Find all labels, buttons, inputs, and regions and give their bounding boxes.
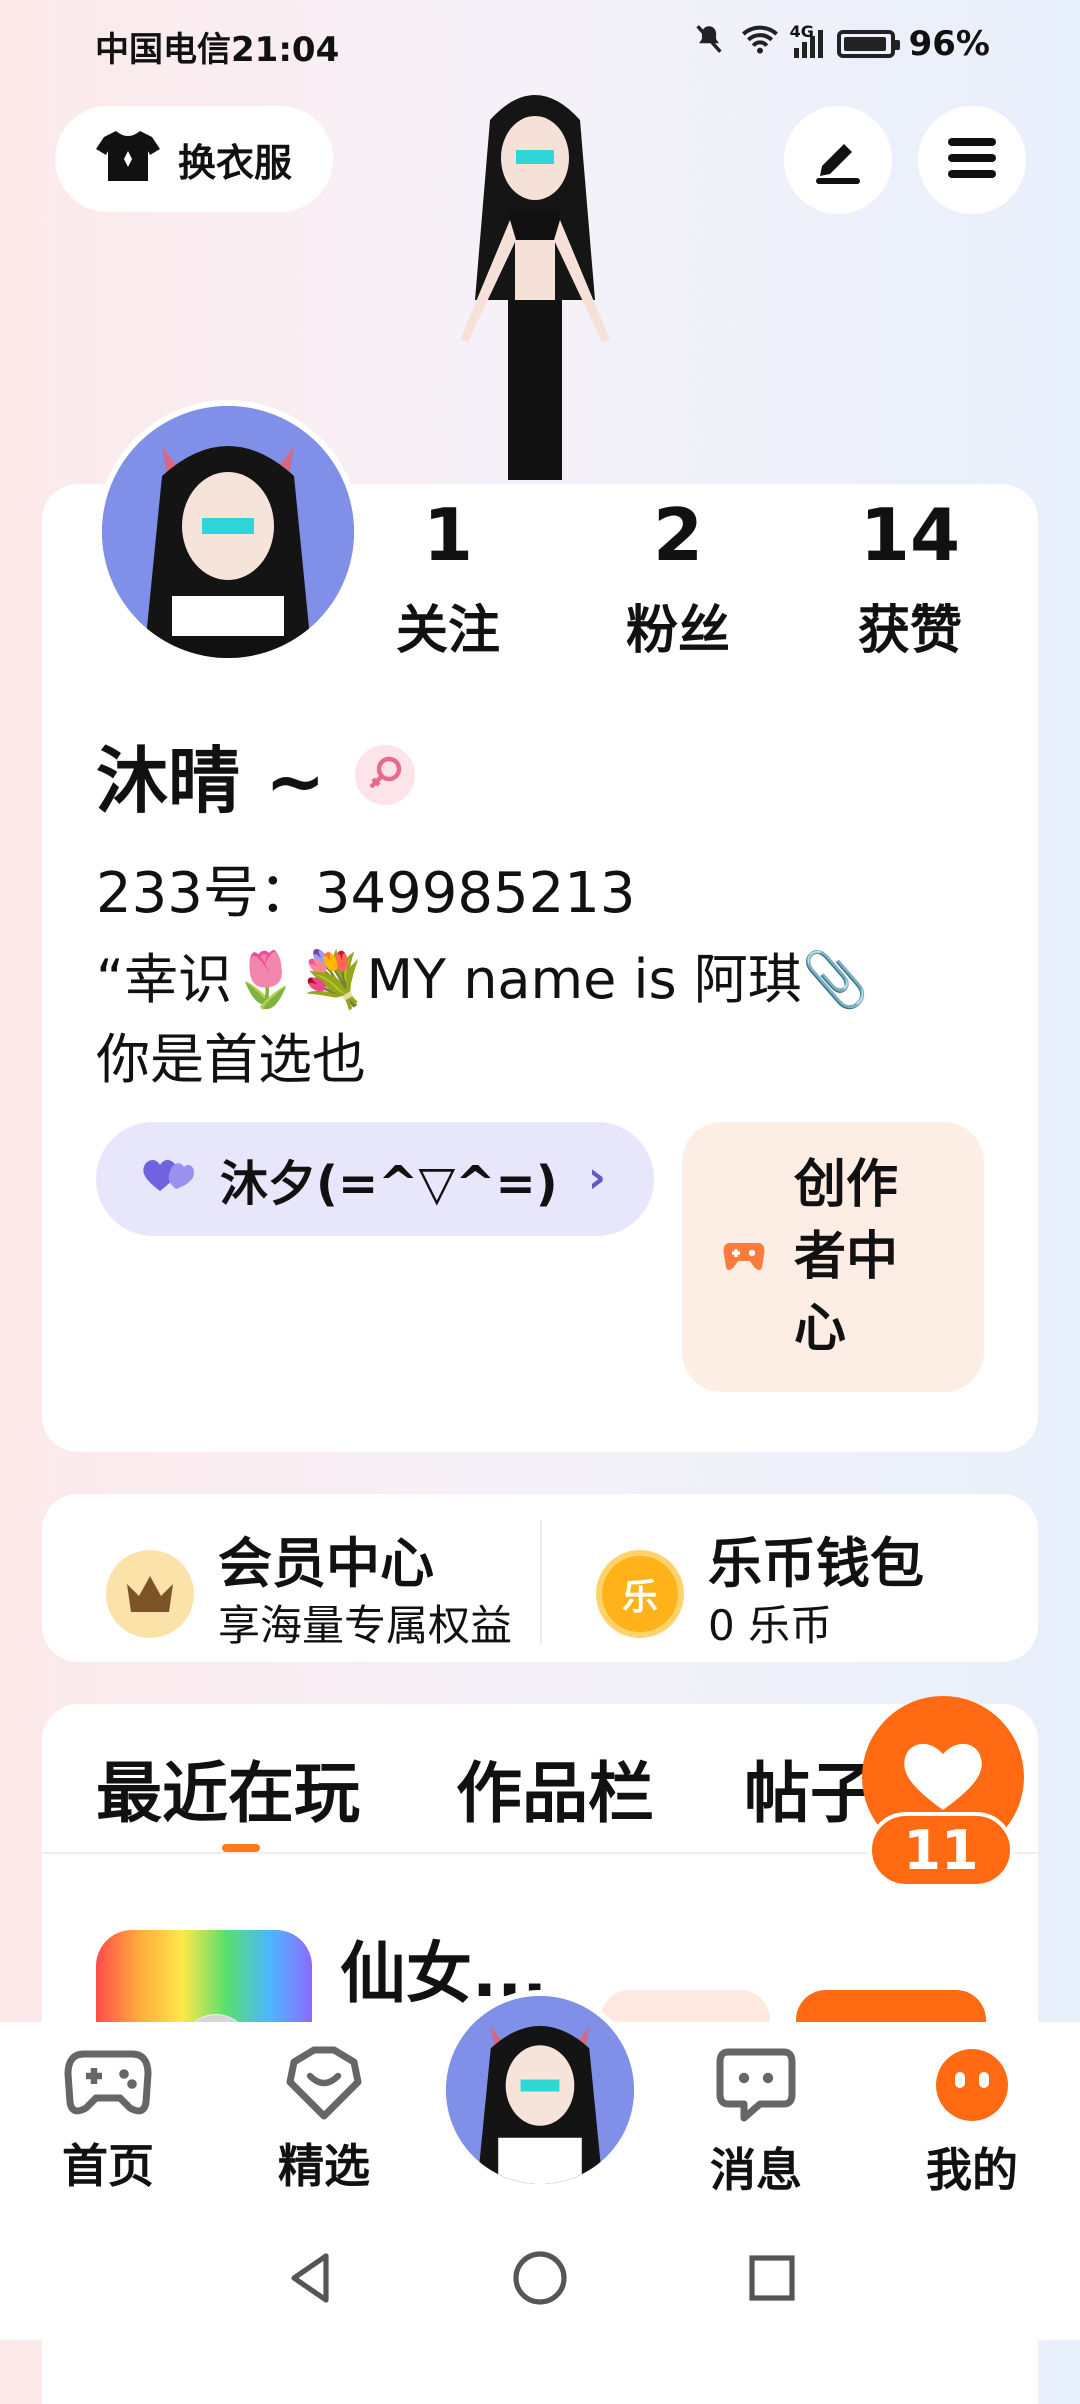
chat-icon (716, 2048, 796, 2128)
avatar-3d-figure[interactable] (420, 80, 650, 480)
likes-count: 14 (859, 493, 961, 577)
nav-home-label: 首页 (62, 2139, 154, 2193)
coin-title: 乐币钱包 (708, 1532, 924, 1595)
back-icon[interactable] (282, 2248, 342, 2312)
center-avatar-button[interactable] (440, 1990, 640, 2190)
status-icons: 4G 96% (692, 22, 990, 65)
creator-gamepad-icon (722, 1235, 766, 1279)
guild-button[interactable]: 沐夕(=^▽^=) › (96, 1122, 654, 1236)
nav-home[interactable]: 首页 (28, 2046, 188, 2196)
nav-featured-label: 精选 (278, 2139, 370, 2193)
tab-works[interactable]: 作品栏 (456, 1740, 654, 1836)
pen-icon (810, 130, 866, 190)
following-count: 1 (422, 493, 474, 577)
battery-icon (836, 29, 900, 58)
system-nav-bar (0, 2220, 1080, 2340)
fans-label: 粉丝 (625, 601, 730, 661)
crown-icon (106, 1550, 194, 1638)
coin-icon: 乐 (596, 1550, 684, 1638)
bio-line-1: “幸识🌷💐MY name is 阿琪📎 (96, 948, 870, 1011)
hamburger-icon (944, 134, 1000, 186)
profile-name: 沐晴 ~ (96, 739, 326, 823)
following-label: 关注 (395, 601, 500, 661)
heart-icon (901, 1738, 985, 1816)
likes-label: 获赞 (857, 601, 962, 661)
menu-button[interactable] (918, 106, 1026, 214)
edit-button[interactable] (784, 106, 892, 214)
signal-icon: 4G (790, 22, 823, 58)
nav-me-label: 我的 (926, 2143, 1018, 2197)
battery-percent: 96% (908, 23, 990, 64)
creator-center-label: 创作者中心 (794, 1155, 899, 1359)
network-type: 4G (789, 21, 814, 41)
female-icon (355, 744, 416, 805)
guild-name: 沐夕(=^▽^=) (220, 1156, 558, 1212)
nav-messages-label: 消息 (710, 2143, 802, 2197)
heart-box-icon (282, 2046, 366, 2124)
center-avatar-image (446, 1996, 634, 2184)
fans-count: 2 (652, 493, 704, 577)
vip-subtitle: 享海量专属权益 (218, 1601, 513, 1650)
chevron-right-icon: › (587, 1152, 606, 1203)
tshirt-icon (95, 126, 160, 193)
user-id: 233号：349985213 (96, 861, 636, 926)
vip-title: 会员中心 (218, 1532, 434, 1595)
outfit-button[interactable]: 换衣服 (55, 106, 333, 212)
creator-center-button[interactable]: 创作者中心 (682, 1122, 984, 1392)
tab-active-indicator (222, 1844, 260, 1852)
coin-wallet[interactable]: 乐 乐币钱包 0 乐币 (596, 1534, 924, 1654)
nav-me[interactable]: 我的 (892, 2046, 1052, 2200)
coin-balance: 0 乐币 (708, 1601, 833, 1650)
recents-square-icon[interactable] (742, 2248, 802, 2312)
double-heart-icon (140, 1151, 196, 1207)
gamepad-icon (64, 2050, 152, 2124)
carrier-time: 中国电信21:04 (95, 30, 340, 70)
coin-glyph: 乐 (621, 1577, 658, 1618)
status-bar: 中国电信21:04 4G 96% (0, 0, 1080, 90)
like-count: 11 (868, 1812, 1014, 1888)
nav-messages[interactable]: 消息 (676, 2046, 836, 2200)
stat-following[interactable]: 1 关注 (358, 490, 538, 663)
avatar[interactable] (96, 400, 360, 664)
home-circle-icon[interactable] (508, 2246, 572, 2314)
vip-center[interactable]: 会员中心 享海量专属权益 (106, 1534, 512, 1654)
profile-name-row: 沐晴 ~ (96, 722, 416, 827)
tab-recent[interactable]: 最近在玩 (96, 1740, 360, 1836)
mute-icon (692, 22, 726, 65)
wifi-icon (740, 22, 780, 65)
tab-posts[interactable]: 帖子 (744, 1740, 876, 1836)
stat-fans[interactable]: 2 粉丝 (588, 490, 768, 663)
outfit-label: 换衣服 (177, 140, 292, 185)
bio-line-2: 你是首选也 (96, 1028, 366, 1091)
face-icon (933, 2049, 1011, 2128)
bio: “幸识🌷💐MY name is 阿琪📎 你是首选也 (96, 940, 976, 1100)
wallet-divider (540, 1520, 542, 1644)
stat-likes[interactable]: 14 获赞 (820, 490, 1000, 663)
nav-featured[interactable]: 精选 (244, 2046, 404, 2196)
